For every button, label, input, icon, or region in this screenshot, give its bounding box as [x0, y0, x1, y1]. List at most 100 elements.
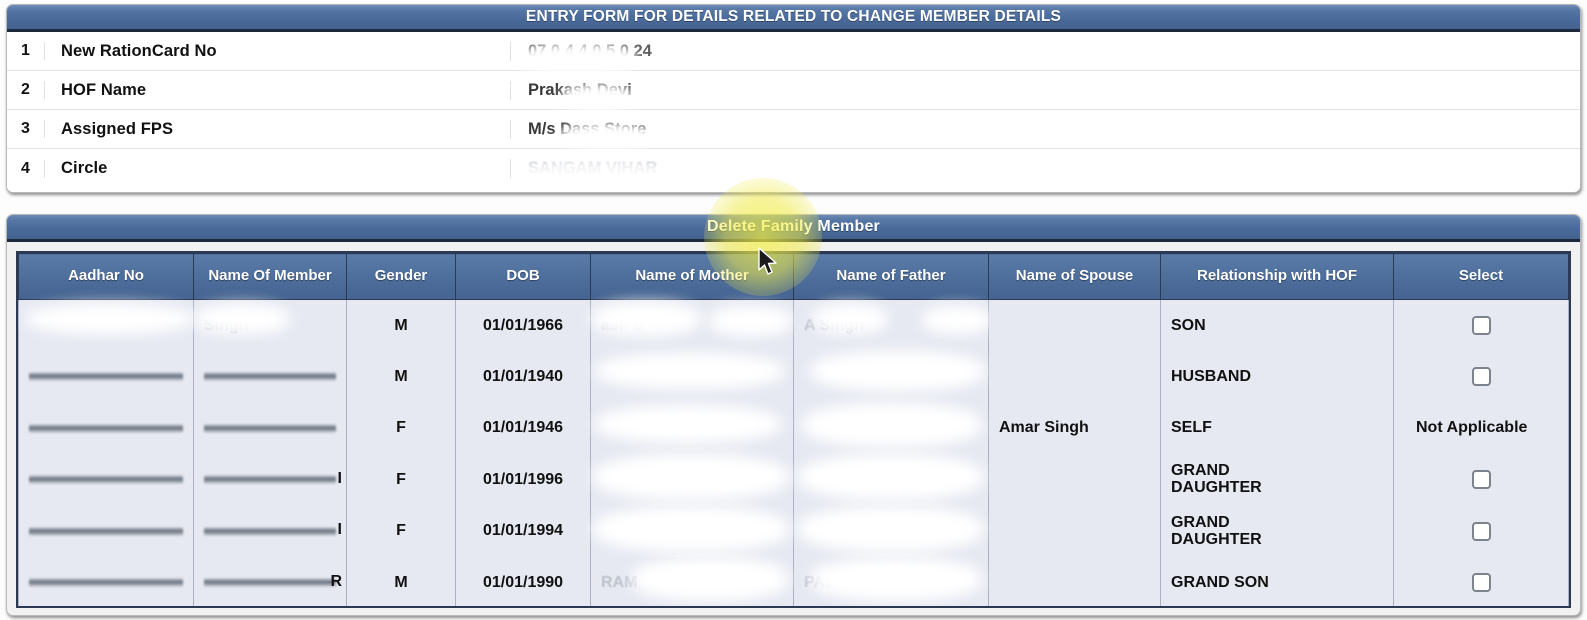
table-row: F 01/01/1946 Amar Singh SELF Not Applica… — [18, 402, 1569, 454]
column-header-name-of-mother[interactable]: Name of Mother — [590, 253, 794, 300]
cell-gender: M — [346, 557, 456, 606]
select-checkbox[interactable] — [1471, 367, 1491, 387]
cell-name-of-mother — [590, 454, 794, 506]
cell-name-of-mother — [590, 505, 794, 557]
redaction-smudge — [559, 122, 653, 149]
redaction-blot — [593, 454, 789, 500]
relationship-text: SELF — [1171, 419, 1212, 437]
table-row: I F 01/01/1996 GRAND DAUGHTER — [18, 454, 1569, 506]
form-label-circle: Circle — [45, 159, 511, 178]
cell-gender: M — [346, 351, 456, 403]
cell-relationship: GRAND SON — [1160, 557, 1394, 606]
cell-name-of-mother — [590, 351, 794, 403]
redaction-blot — [922, 306, 992, 334]
cell-dob: 01/01/1966 — [455, 299, 591, 351]
column-header-name-of-spouse[interactable]: Name of Spouse — [988, 253, 1161, 300]
redaction-smudge — [561, 83, 633, 111]
form-row-rationcard: 1 New RationCard No 07 0 4 4 0 5 0 24 — [7, 32, 1580, 74]
form-value-assigned-fps: M/s Dass Store — [511, 120, 1580, 149]
column-header-relationship-hof[interactable]: Relationship with HOF — [1160, 253, 1394, 300]
delete-family-member-panel: Delete Family Member Aadhar No Name Of M… — [6, 214, 1581, 616]
cell-dob: 01/01/1940 — [455, 351, 591, 403]
redaction-blot — [595, 353, 785, 389]
select-checkbox[interactable] — [1471, 316, 1491, 335]
redaction-bar — [29, 526, 183, 536]
redaction-bar — [204, 372, 336, 382]
cell-select — [1393, 454, 1569, 506]
form-row-index: 2 — [7, 81, 45, 99]
relationship-text: GRAND DAUGHTER — [1171, 462, 1262, 497]
cell-name-of-father — [793, 454, 989, 506]
cell-relationship: SON — [1160, 299, 1394, 351]
cell-aadhar-no — [18, 505, 194, 557]
table-row: R M 01/01/1990 RAM PAL GRAND SON — [18, 557, 1569, 606]
redaction-blot — [802, 402, 982, 447]
cell-aadhar-no — [18, 402, 194, 454]
form-row-hof-name: 2 HOF Name Prakash Devi — [7, 71, 1580, 111]
cell-gender: M — [346, 299, 456, 351]
redaction-bar — [204, 423, 336, 433]
redaction-bar — [29, 423, 183, 433]
cell-name-of-mother: RAM — [590, 557, 794, 606]
cell-aadhar-no — [18, 351, 194, 403]
cell-relationship: HUSBAND — [1160, 351, 1394, 403]
table-row: Singh M 01/01/1966 ash D A Singh SON — [18, 299, 1569, 351]
form-label-hof-name: HOF Name — [45, 80, 511, 100]
column-header-name-of-member[interactable]: Name Of Member — [193, 253, 347, 300]
cell-dob: 01/01/1990 — [455, 557, 591, 606]
relationship-text: SON — [1171, 316, 1206, 334]
father-name-ghost-text: PAL — [804, 573, 835, 591]
column-header-dob[interactable]: DOB — [455, 253, 591, 300]
column-header-select[interactable]: Select — [1393, 253, 1569, 300]
column-header-name-of-father[interactable]: Name of Father — [793, 253, 989, 300]
cell-relationship: GRAND DAUGHTER — [1160, 505, 1394, 557]
relationship-text: GRAND SON — [1171, 573, 1269, 591]
mother-name-ghost-text: ash D — [601, 316, 645, 334]
member-name-tail: R — [330, 572, 342, 590]
cell-name-of-member: I — [193, 505, 347, 557]
form-label-assigned-fps: Assigned FPS — [45, 119, 511, 139]
redaction-smudge — [519, 43, 637, 74]
column-header-aadhar-no[interactable]: Aadhar No — [18, 253, 194, 300]
form-row-assigned-fps: 3 Assigned FPS M/s Dass Store — [7, 110, 1580, 149]
entry-form-title: ENTRY FORM FOR DETAILS RELATED TO CHANGE… — [7, 5, 1580, 32]
cell-select — [1393, 351, 1569, 403]
select-checkbox[interactable] — [1471, 573, 1491, 593]
form-value-circle: SANGAM VIHAR — [511, 159, 1580, 189]
redaction-bar — [29, 372, 183, 382]
delete-family-member-title: Delete Family Member — [7, 215, 1580, 242]
member-name-ghost-text: Singh — [204, 316, 249, 334]
cell-name-of-spouse — [988, 351, 1161, 403]
select-checkbox[interactable] — [1471, 470, 1491, 490]
cell-name-of-spouse — [988, 454, 1161, 506]
cell-name-of-father: A Singh — [793, 299, 992, 351]
cell-name-of-member — [193, 351, 347, 403]
cell-select — [1393, 557, 1569, 606]
redaction-bar — [29, 578, 183, 588]
cell-name-of-father — [793, 402, 989, 454]
select-checkbox[interactable] — [1471, 521, 1491, 541]
cell-name-of-spouse — [988, 299, 1161, 351]
cell-name-of-spouse: Amar Singh — [988, 402, 1161, 454]
cell-dob: 01/01/1994 — [455, 505, 591, 557]
form-value-rationcard: 07 0 4 4 0 5 0 24 — [511, 42, 1580, 74]
cell-name-of-father — [793, 351, 989, 403]
form-row-index: 3 — [7, 120, 45, 138]
table-row: M 01/01/1940 HUSBAND — [18, 351, 1569, 403]
cell-dob: 01/01/1996 — [455, 454, 591, 506]
entry-form-rows: 1 New RationCard No 07 0 4 4 0 5 0 24 2 … — [7, 32, 1580, 189]
cell-select — [1393, 299, 1569, 351]
column-header-gender[interactable]: Gender — [346, 253, 456, 300]
redaction-bar — [204, 578, 336, 588]
member-name-tail: I — [337, 521, 342, 539]
redaction-bar — [204, 526, 336, 536]
redaction-blot — [798, 454, 984, 500]
cell-name-of-member: R — [193, 557, 347, 606]
cell-name-of-father — [793, 505, 989, 557]
form-row-circle: 4 Circle SANGAM VIHAR — [7, 149, 1580, 189]
redaction-blot — [709, 306, 793, 336]
redaction-smudge — [515, 161, 675, 189]
redaction-bar — [204, 475, 336, 485]
cell-name-of-mother: ash D — [590, 299, 794, 351]
cell-aadhar-no — [18, 557, 194, 606]
